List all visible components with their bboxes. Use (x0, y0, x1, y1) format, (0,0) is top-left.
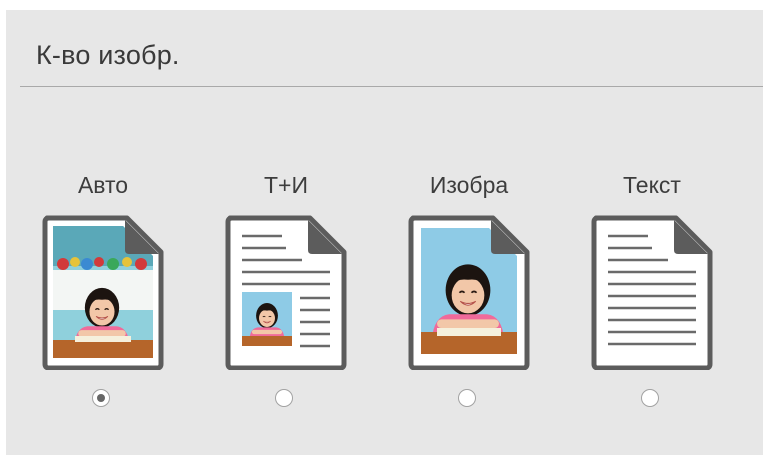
option-image[interactable]: Изобра (394, 170, 544, 430)
option-image-radio[interactable] (458, 389, 476, 407)
option-auto[interactable]: Авто (28, 170, 178, 430)
option-auto-label: Авто (77, 172, 129, 198)
title-divider (20, 86, 763, 87)
page-text-icon[interactable] (590, 214, 714, 370)
option-text[interactable]: Текст (577, 170, 727, 430)
option-auto-radio[interactable] (92, 389, 110, 407)
option-text-radio[interactable] (641, 389, 659, 407)
panel-title: К-во изобр. (36, 40, 180, 70)
option-text-image-label: Т+И (263, 172, 308, 198)
option-text-image[interactable]: Т+И (211, 170, 361, 430)
page-text-and-photo-icon[interactable] (224, 214, 348, 370)
page-photo-icon[interactable] (407, 214, 531, 370)
option-text-label: Текст (623, 172, 681, 198)
page-photo-full-icon[interactable] (41, 214, 165, 370)
option-text-image-radio[interactable] (275, 389, 293, 407)
option-image-label: Изобра (429, 172, 509, 198)
